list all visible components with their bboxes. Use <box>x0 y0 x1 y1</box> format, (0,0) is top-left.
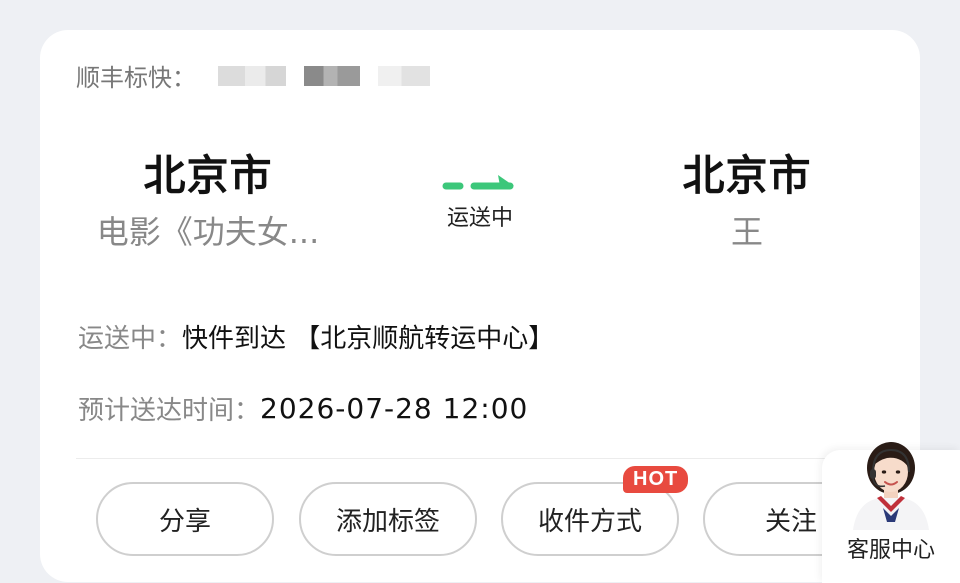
dashed-arrow-icon <box>442 175 514 190</box>
origin-detail: 电影《功夫女... <box>96 213 320 251</box>
share-button[interactable]: 分享 <box>96 482 274 556</box>
eta-value: 2026-07-28 12:00 <box>260 392 529 425</box>
destination-block: 北京市 王 <box>630 150 864 254</box>
masked-tracking-number <box>218 65 448 86</box>
customer-service-widget[interactable]: 客服中心 <box>822 442 960 583</box>
carrier-label: 顺丰标快： <box>76 64 196 92</box>
add-tag-button[interactable]: 添加标签 <box>299 482 477 556</box>
recipient-name: 王 <box>730 213 763 251</box>
hot-badge: HOT <box>623 466 689 493</box>
eta-label: 预计送达时间： <box>78 396 261 426</box>
receive-method-button[interactable]: 收件方式 <box>501 482 679 556</box>
origin-block: 北京市 电影《功夫女... <box>78 150 338 254</box>
origin-city: 北京市 <box>143 151 273 200</box>
divider <box>76 458 884 459</box>
tracking-status-value: 快件到达 【北京顺航转运中心】 <box>182 324 555 354</box>
route-status: 运送中 <box>430 170 530 232</box>
route-section: 北京市 电影《功夫女... 运送中 北京市 王 <box>40 150 920 270</box>
tracking-status-row[interactable]: 运送中： 快件到达 【北京顺航转运中心】 <box>78 318 554 355</box>
route-status-text: 运送中 <box>446 206 513 231</box>
eta-row: 预计送达时间： 2026-07-28 12:00 <box>78 390 528 427</box>
customer-service-agent-icon <box>853 442 929 530</box>
tracking-status-label: 运送中： <box>78 324 183 354</box>
customer-service-label: 客服中心 <box>846 538 935 563</box>
carrier-row: 顺丰标快： <box>76 58 448 93</box>
shipment-card[interactable]: 顺丰标快： 北京市 电影《功夫女... 运送中 北京市 王 运送中： 快件到达 … <box>40 30 920 582</box>
destination-city: 北京市 <box>682 151 812 200</box>
